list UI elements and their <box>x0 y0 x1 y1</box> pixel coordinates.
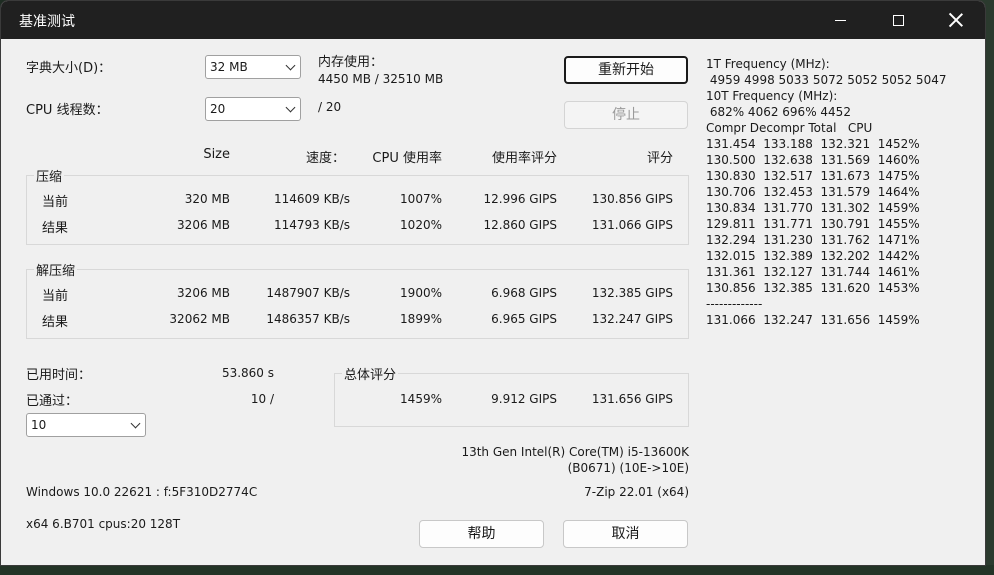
cpu-model: 13th Gen Intel(R) Core(TM) i5-13600K <box>461 445 689 459</box>
cell-speed: 1486357 KB/s <box>266 312 350 326</box>
minimize-button[interactable] <box>811 1 869 39</box>
cell-usage-rating: 6.968 GIPS <box>491 286 557 300</box>
close-button[interactable] <box>927 1 985 39</box>
cell-rating: 130.856 GIPS <box>591 192 673 206</box>
total-usage-rating: 9.912 GIPS <box>491 392 557 406</box>
frequency-log-panel: 1T Frequency (MHz): 4959 4998 5033 5072 … <box>706 56 946 328</box>
log-line: 4959 4998 5033 5072 5052 5052 5047 <box>706 73 947 87</box>
log-line: 130.706 132.453 131.579 1464% <box>706 185 920 199</box>
close-icon <box>949 13 963 27</box>
cell-rating: 132.385 GIPS <box>591 286 673 300</box>
column-usage-rating: 使用率评分 <box>491 151 557 166</box>
log-line: 130.500 132.638 131.569 1460% <box>706 153 920 167</box>
log-line: 682% 4062 696% 4452 <box>706 105 851 119</box>
log-line: 1T Frequency (MHz): <box>706 57 830 71</box>
minimize-icon <box>834 19 846 21</box>
cell-size: 3206 MB <box>177 218 230 232</box>
dict-size-value: 32 MB <box>210 60 248 74</box>
log-line: 130.834 131.770 131.302 1459% <box>706 201 920 215</box>
cell-speed: 114609 KB/s <box>273 192 350 206</box>
title-bar[interactable]: 基准测试 <box>1 1 985 39</box>
log-line: 131.066 132.247 131.656 1459% <box>706 313 920 327</box>
log-line: 129.811 131.771 130.791 1455% <box>706 217 920 231</box>
maximize-button[interactable] <box>869 1 927 39</box>
cell-usage-rating: 6.965 GIPS <box>491 312 557 326</box>
total-rating: 131.656 GIPS <box>591 392 673 406</box>
desktop-background-bottom <box>0 565 994 575</box>
cpu-threads-select[interactable]: 20 <box>205 97 301 121</box>
decompress-group-title: 解压缩 <box>34 260 78 279</box>
cell-cpu: 1900% <box>400 286 442 300</box>
cancel-button[interactable]: 取消 <box>563 520 688 548</box>
column-speed: 速度： <box>305 151 345 166</box>
total-cpu: 1459% <box>400 392 442 406</box>
passes-value: 10 / <box>250 392 274 406</box>
log-line: 130.856 132.385 131.620 1453% <box>706 281 920 295</box>
cell-speed: 114793 KB/s <box>273 218 350 232</box>
cell-rating: 132.247 GIPS <box>591 312 673 326</box>
passes-select-value: 10 <box>31 418 47 432</box>
chevron-down-icon <box>130 418 141 429</box>
column-cpu-usage: CPU 使用率 <box>372 151 442 166</box>
cell-cpu: 1899% <box>400 312 442 326</box>
memory-usage-label: 内存使用： <box>318 55 384 70</box>
cell-size: 320 MB <box>184 192 230 206</box>
chevron-down-icon <box>285 102 296 113</box>
chevron-down-icon <box>285 60 296 71</box>
row-label: 当前 <box>42 195 69 210</box>
elapsed-time-value: 53.860 s <box>221 366 274 380</box>
column-size: Size <box>203 147 230 162</box>
version-info: 7-Zip 22.01 (x64) <box>584 485 689 499</box>
memory-usage-value: 4450 MB / 32510 MB <box>318 72 444 86</box>
cell-usage-rating: 12.996 GIPS <box>483 192 558 206</box>
cell-cpu: 1020% <box>400 218 442 232</box>
log-line: 132.294 131.230 131.762 1471% <box>706 233 920 247</box>
benchmark-window: 基准测试 字典大小(D)： 32 MB CPU 线程数： 20 / 20 内存使… <box>0 0 986 566</box>
row-label: 结果 <box>42 221 69 236</box>
passes-label: 已通过： <box>26 394 79 409</box>
compress-group <box>26 175 689 245</box>
cell-usage-rating: 12.860 GIPS <box>483 218 558 232</box>
total-rating-title: 总体评分 <box>342 364 399 383</box>
column-rating: 评分 <box>646 151 673 166</box>
stop-button[interactable]: 停止 <box>564 101 688 129</box>
dict-size-select[interactable]: 32 MB <box>205 55 301 79</box>
cell-cpu: 1007% <box>400 192 442 206</box>
restart-button[interactable]: 重新开始 <box>564 56 688 84</box>
passes-select[interactable]: 10 <box>26 413 146 437</box>
log-line: ------------- <box>706 297 763 311</box>
maximize-icon <box>892 14 904 26</box>
cpu-threads-value: 20 <box>210 102 226 116</box>
log-line: 10T Frequency (MHz): <box>706 89 838 103</box>
help-button[interactable]: 帮助 <box>419 520 544 548</box>
cell-size: 3206 MB <box>177 286 230 300</box>
log-line: 131.361 132.127 131.744 1461% <box>706 265 920 279</box>
decompress-group <box>26 269 689 339</box>
cpu-threads-label: CPU 线程数： <box>26 103 109 118</box>
cpu-threads-max: / 20 <box>318 100 342 114</box>
row-label: 当前 <box>42 289 69 304</box>
dict-size-label: 字典大小(D)： <box>26 61 112 76</box>
row-label: 结果 <box>42 315 69 330</box>
arch-info: x64 6.B701 cpus:20 128T <box>26 517 181 531</box>
log-line: 131.454 133.188 132.321 1452% <box>706 137 920 151</box>
cell-speed: 1487907 KB/s <box>266 286 350 300</box>
compress-group-title: 压缩 <box>34 166 65 185</box>
log-line: 132.015 132.389 132.202 1442% <box>706 249 920 263</box>
cell-size: 32062 MB <box>169 312 230 326</box>
cpu-id: (B0671) (10E->10E) <box>567 461 689 475</box>
log-line: Compr Decompr Total CPU <box>706 121 873 135</box>
window-title: 基准测试 <box>19 14 75 30</box>
elapsed-time-label: 已用时间： <box>26 368 92 383</box>
os-info: Windows 10.0 22621 : f:5F310D2774C <box>26 485 258 499</box>
log-line: 130.830 132.517 131.673 1475% <box>706 169 920 183</box>
cell-rating: 131.066 GIPS <box>591 218 673 232</box>
